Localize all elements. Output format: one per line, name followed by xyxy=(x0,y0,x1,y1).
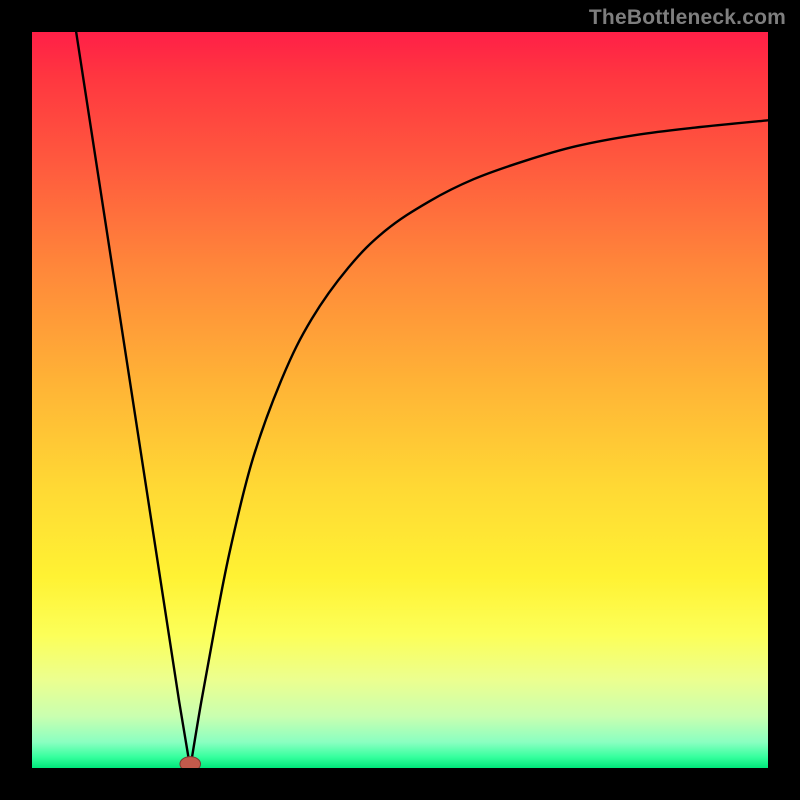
curve-right-branch xyxy=(190,120,768,768)
curve-left-branch xyxy=(76,32,190,768)
plot-area xyxy=(32,32,768,768)
watermark-text: TheBottleneck.com xyxy=(589,6,786,30)
curve-svg xyxy=(32,32,768,768)
minimum-marker xyxy=(180,757,201,768)
chart-frame: TheBottleneck.com xyxy=(0,0,800,800)
